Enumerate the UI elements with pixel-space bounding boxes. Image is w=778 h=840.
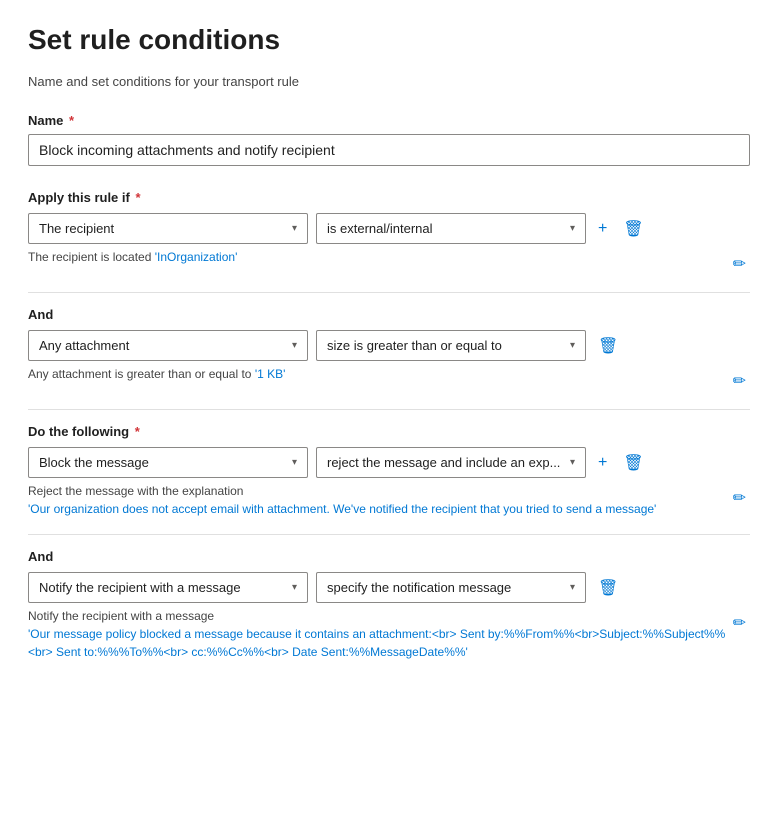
trash-icon-2: 🗑 xyxy=(598,336,618,356)
recipient-location-desc: The recipient is located xyxy=(28,250,155,264)
external-internal-value: is external/internal xyxy=(327,221,564,236)
attachment-value: Any attachment xyxy=(39,338,286,353)
divider-2 xyxy=(28,409,750,410)
reject-explanation-label: Reject the message with the explanation xyxy=(28,484,656,498)
reject-explanation-text: 'Our organization does not accept email … xyxy=(28,500,656,518)
and-label-2: And xyxy=(28,549,750,564)
edit-notify-action-button[interactable]: ✏ xyxy=(729,609,750,637)
page-title: Set rule conditions xyxy=(28,24,750,56)
block-message-chevron: ▾ xyxy=(292,457,297,468)
delete-condition-button[interactable]: 🗑 xyxy=(619,215,647,243)
add-condition-button[interactable]: + xyxy=(594,216,611,242)
pencil-icon-2: ✏ xyxy=(733,371,746,391)
apply-rule-required: * xyxy=(132,190,141,205)
trash-icon: 🗑 xyxy=(623,219,643,239)
notify-recipient-value: Notify the recipient with a message xyxy=(39,580,286,595)
notification-message-value: specify the notification message xyxy=(327,580,564,595)
recipient-condition-chevron: ▾ xyxy=(292,223,297,234)
recipient-condition-value: The recipient xyxy=(39,221,286,236)
notify-recipient-label: Notify the recipient with a message xyxy=(28,609,729,623)
edit-recipient-condition-button[interactable]: ✏ xyxy=(729,250,750,278)
external-internal-dropdown[interactable]: is external/internal ▾ xyxy=(316,213,586,244)
pencil-icon-4: ✏ xyxy=(733,613,746,633)
attachment-size-link[interactable]: '1 KB' xyxy=(255,367,286,381)
edit-attachment-condition-button[interactable]: ✏ xyxy=(729,367,750,395)
delete-action-button[interactable]: 🗑 xyxy=(619,449,647,477)
delete-attachment-condition-button[interactable]: 🗑 xyxy=(594,332,622,360)
block-message-value: Block the message xyxy=(39,455,286,470)
pencil-icon-3: ✏ xyxy=(733,488,746,508)
size-condition-chevron: ▾ xyxy=(570,340,575,351)
attachment-chevron: ▾ xyxy=(292,340,297,351)
notify-recipient-dropdown[interactable]: Notify the recipient with a message ▾ xyxy=(28,572,308,603)
block-message-dropdown[interactable]: Block the message ▾ xyxy=(28,447,308,478)
divider-3 xyxy=(28,534,750,535)
external-internal-chevron: ▾ xyxy=(570,223,575,234)
reject-action-dropdown[interactable]: reject the message and include an exp...… xyxy=(316,447,586,478)
plus-icon-2: + xyxy=(598,454,607,472)
delete-notify-action-button[interactable]: 🗑 xyxy=(594,574,622,602)
reject-action-chevron: ▾ xyxy=(570,457,575,468)
plus-icon: + xyxy=(598,220,607,238)
apply-rule-label: Apply this rule if xyxy=(28,190,130,205)
notify-recipient-chevron: ▾ xyxy=(292,582,297,593)
page-subtitle: Name and set conditions for your transpo… xyxy=(28,74,750,89)
name-label: Name xyxy=(28,113,63,128)
attachment-size-desc: Any attachment is greater than or equal … xyxy=(28,367,255,381)
trash-icon-4: 🗑 xyxy=(598,578,618,598)
do-following-required: * xyxy=(131,424,140,439)
edit-reject-action-button[interactable]: ✏ xyxy=(729,484,750,512)
do-following-label: Do the following xyxy=(28,424,129,439)
trash-icon-3: 🗑 xyxy=(623,453,643,473)
size-condition-dropdown[interactable]: size is greater than or equal to ▾ xyxy=(316,330,586,361)
notify-recipient-text: 'Our message policy blocked a message be… xyxy=(28,625,729,661)
rule-name-input[interactable] xyxy=(28,134,750,166)
reject-action-value: reject the message and include an exp... xyxy=(327,455,564,470)
size-condition-value: size is greater than or equal to xyxy=(327,338,564,353)
attachment-dropdown[interactable]: Any attachment ▾ xyxy=(28,330,308,361)
recipient-location-link[interactable]: 'InOrganization' xyxy=(155,250,238,264)
divider-1 xyxy=(28,292,750,293)
add-action-button[interactable]: + xyxy=(594,450,611,476)
name-required: * xyxy=(65,113,74,128)
pencil-icon-1: ✏ xyxy=(733,254,746,274)
and-label-1: And xyxy=(28,307,750,322)
notification-message-chevron: ▾ xyxy=(570,582,575,593)
attachment-size-info: Any attachment is greater than or equal … xyxy=(28,367,285,381)
recipient-location-info: The recipient is located 'InOrganization… xyxy=(28,250,237,264)
recipient-condition-dropdown[interactable]: The recipient ▾ xyxy=(28,213,308,244)
notification-message-dropdown[interactable]: specify the notification message ▾ xyxy=(316,572,586,603)
